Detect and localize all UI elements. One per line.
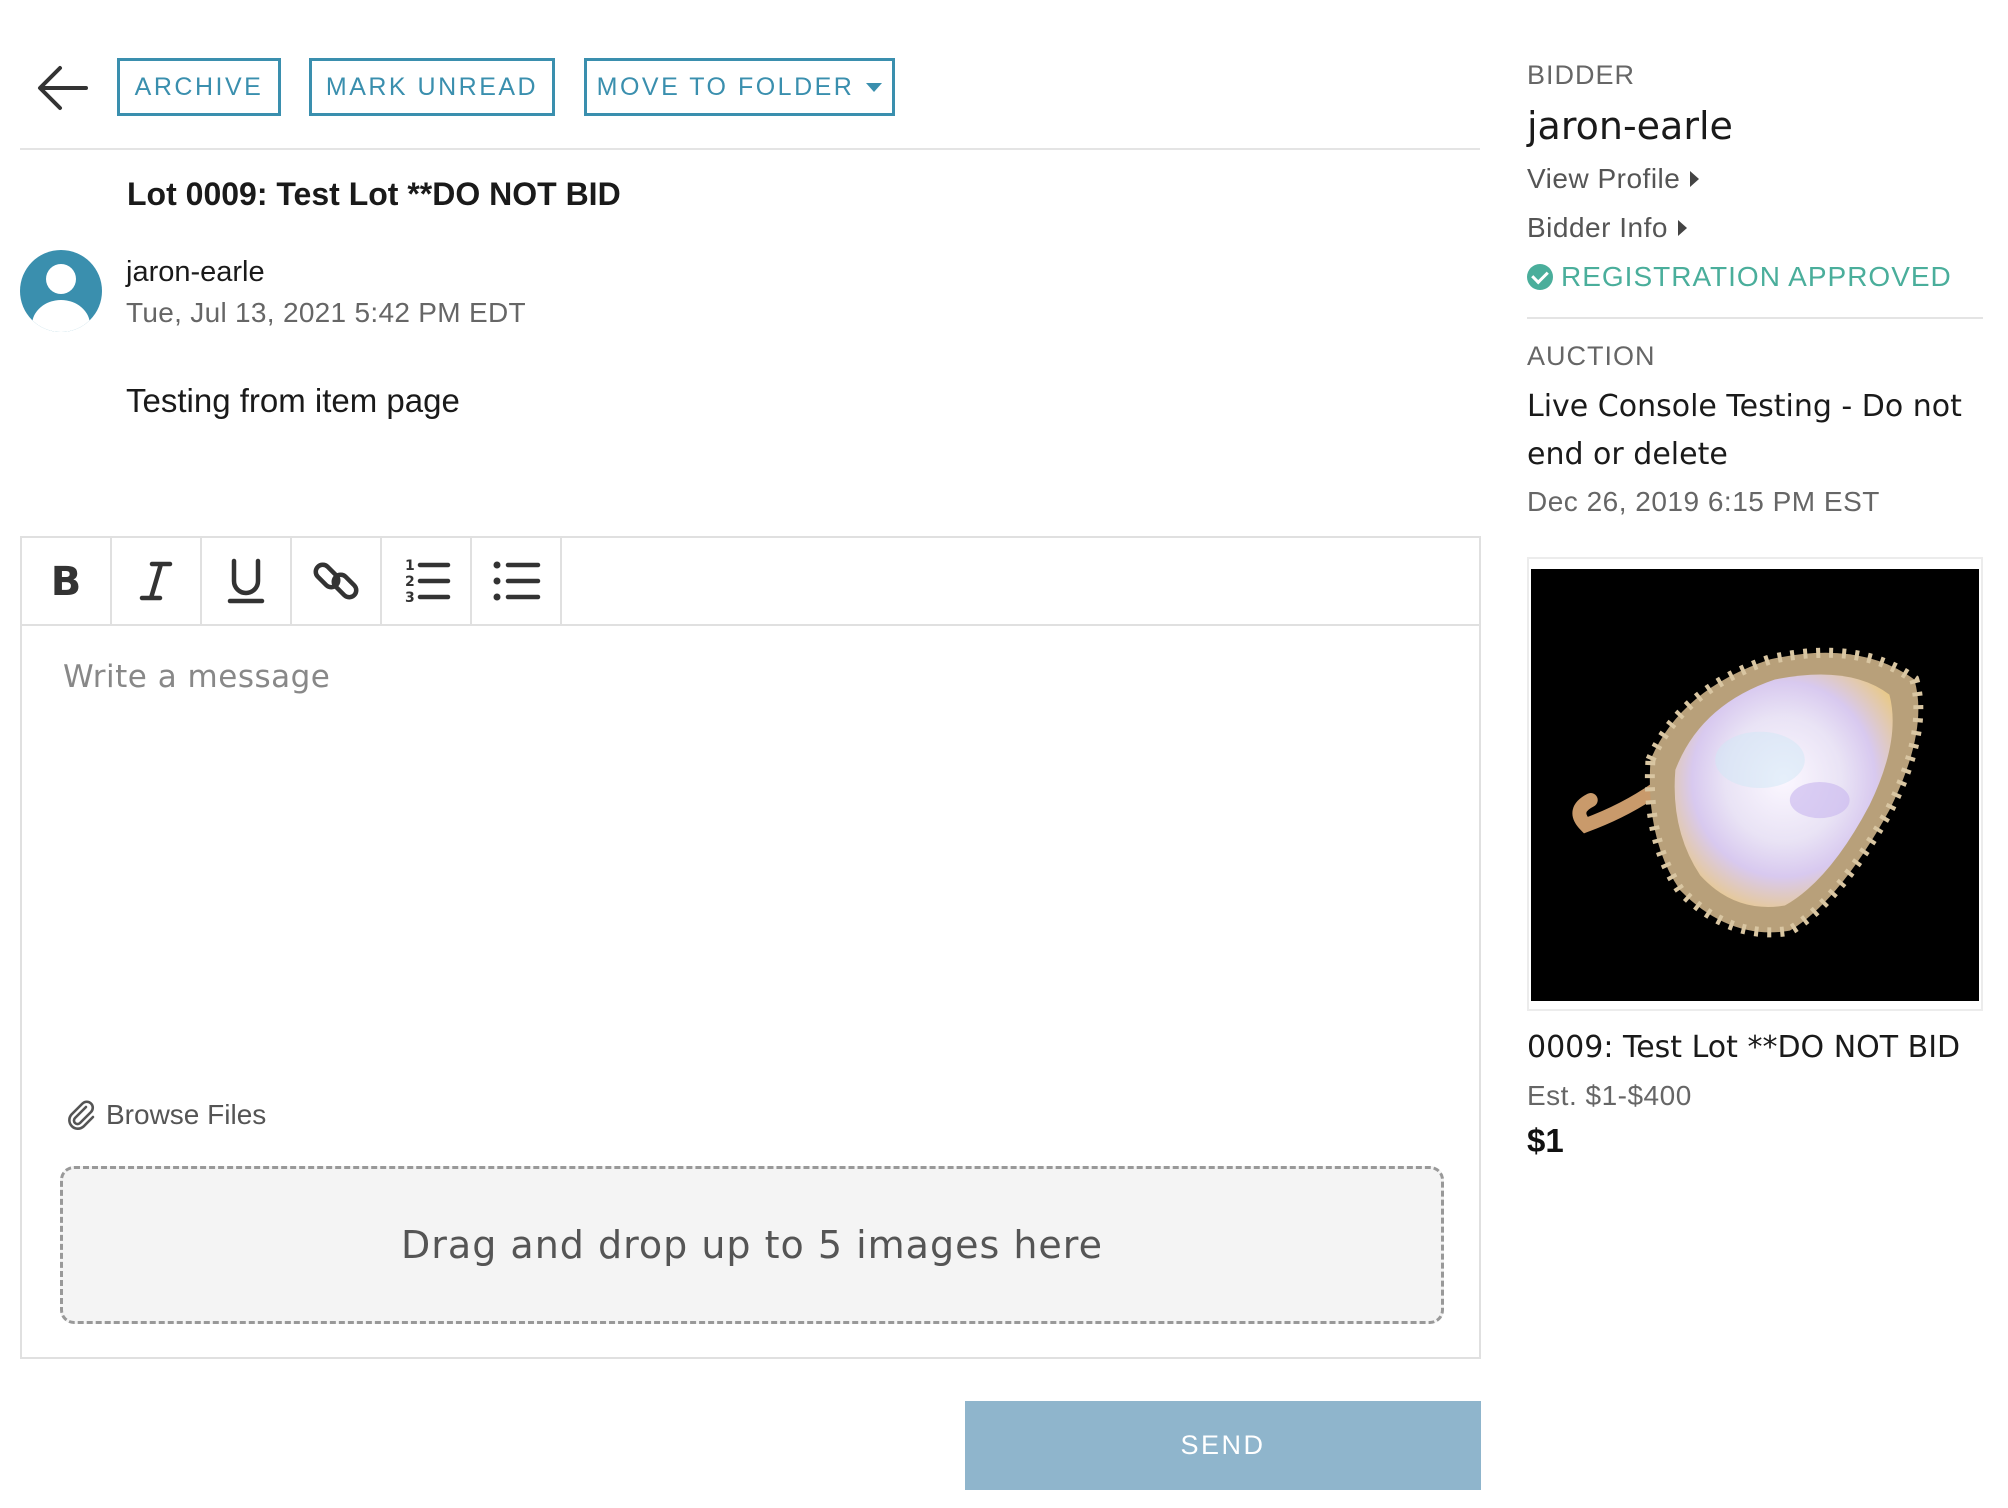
underline-icon — [227, 558, 265, 604]
auction-name-link[interactable]: Live Console Testing - Do not end or del… — [1527, 383, 1967, 479]
reply-editor: B 1 2 3 Write a message Browse Files Dra… — [20, 536, 1481, 1359]
italic-icon — [139, 561, 173, 601]
browse-files-link[interactable]: Browse Files — [64, 1098, 266, 1132]
link-button[interactable] — [292, 538, 382, 624]
view-profile-link[interactable]: View Profile — [1527, 163, 1700, 195]
back-arrow-icon[interactable] — [34, 62, 90, 114]
bidder-info-link[interactable]: Bidder Info — [1527, 212, 1687, 244]
bold-icon: B — [51, 559, 82, 605]
ring-photo — [1531, 569, 1979, 1001]
lot-estimate: Est. $1-$400 — [1527, 1080, 1692, 1111]
bidder-info-label: Bidder Info — [1527, 212, 1668, 243]
svg-text:1: 1 — [405, 558, 415, 574]
underline-button[interactable] — [202, 538, 292, 624]
numbered-list-button[interactable]: 1 2 3 — [382, 538, 472, 624]
caret-down-icon — [866, 82, 883, 92]
caret-right-icon — [1690, 171, 1700, 187]
bidder-label: BIDDER — [1527, 60, 1636, 90]
message-input[interactable]: Write a message — [63, 659, 330, 695]
check-circle-icon — [1527, 264, 1553, 290]
image-dropzone[interactable]: Drag and drop up to 5 images here — [60, 1166, 1444, 1324]
move-to-folder-button-label: MOVE TO FOLDER — [596, 72, 855, 101]
dropzone-label: Drag and drop up to 5 images here — [401, 1223, 1103, 1267]
archive-button[interactable]: ARCHIVE — [117, 58, 281, 116]
numbered-list-icon: 1 2 3 — [405, 558, 451, 606]
send-button-label: SEND — [1180, 1430, 1266, 1460]
view-profile-label: View Profile — [1527, 163, 1681, 194]
registration-status-label: REGISTRATION APPROVED — [1561, 261, 1952, 292]
auction-date: Dec 26, 2019 6:15 PM EST — [1527, 486, 1880, 517]
avatar — [20, 250, 102, 332]
mark-unread-button-label: MARK UNREAD — [325, 72, 539, 101]
divider — [20, 148, 1480, 150]
paperclip-icon — [68, 1100, 95, 1130]
link-icon — [313, 562, 359, 600]
bold-button[interactable]: B — [22, 538, 112, 624]
editor-toolbar: B 1 2 3 — [22, 538, 1479, 626]
bidder-name: jaron-earle — [1527, 104, 1733, 148]
bulleted-list-button[interactable] — [472, 538, 562, 624]
archive-button-label: ARCHIVE — [134, 72, 264, 101]
move-to-folder-button[interactable]: MOVE TO FOLDER — [584, 58, 895, 116]
browse-files-label: Browse Files — [106, 1099, 267, 1130]
registration-status: REGISTRATION APPROVED — [1527, 261, 1952, 293]
svg-text:B: B — [51, 559, 82, 605]
caret-right-icon — [1677, 220, 1687, 236]
svg-text:2: 2 — [405, 574, 415, 590]
auction-label: AUCTION — [1527, 341, 1656, 371]
bulleted-list-icon — [493, 561, 541, 601]
message-body: Testing from item page — [126, 382, 460, 419]
message-date: Tue, Jul 13, 2021 5:42 PM EDT — [126, 297, 526, 328]
svg-text:3: 3 — [405, 590, 415, 606]
send-button[interactable]: SEND — [965, 1401, 1481, 1490]
message-subject: Lot 0009: Test Lot **DO NOT BID — [127, 176, 621, 212]
italic-button[interactable] — [112, 538, 202, 624]
lot-title-link[interactable]: 0009: Test Lot **DO NOT BID — [1527, 1030, 1960, 1065]
sender-name: jaron-earle — [126, 256, 265, 288]
lot-image[interactable] — [1527, 557, 1983, 1011]
mark-unread-button[interactable]: MARK UNREAD — [309, 58, 555, 116]
divider — [1527, 317, 1983, 319]
lot-price: $1 — [1527, 1122, 1564, 1159]
